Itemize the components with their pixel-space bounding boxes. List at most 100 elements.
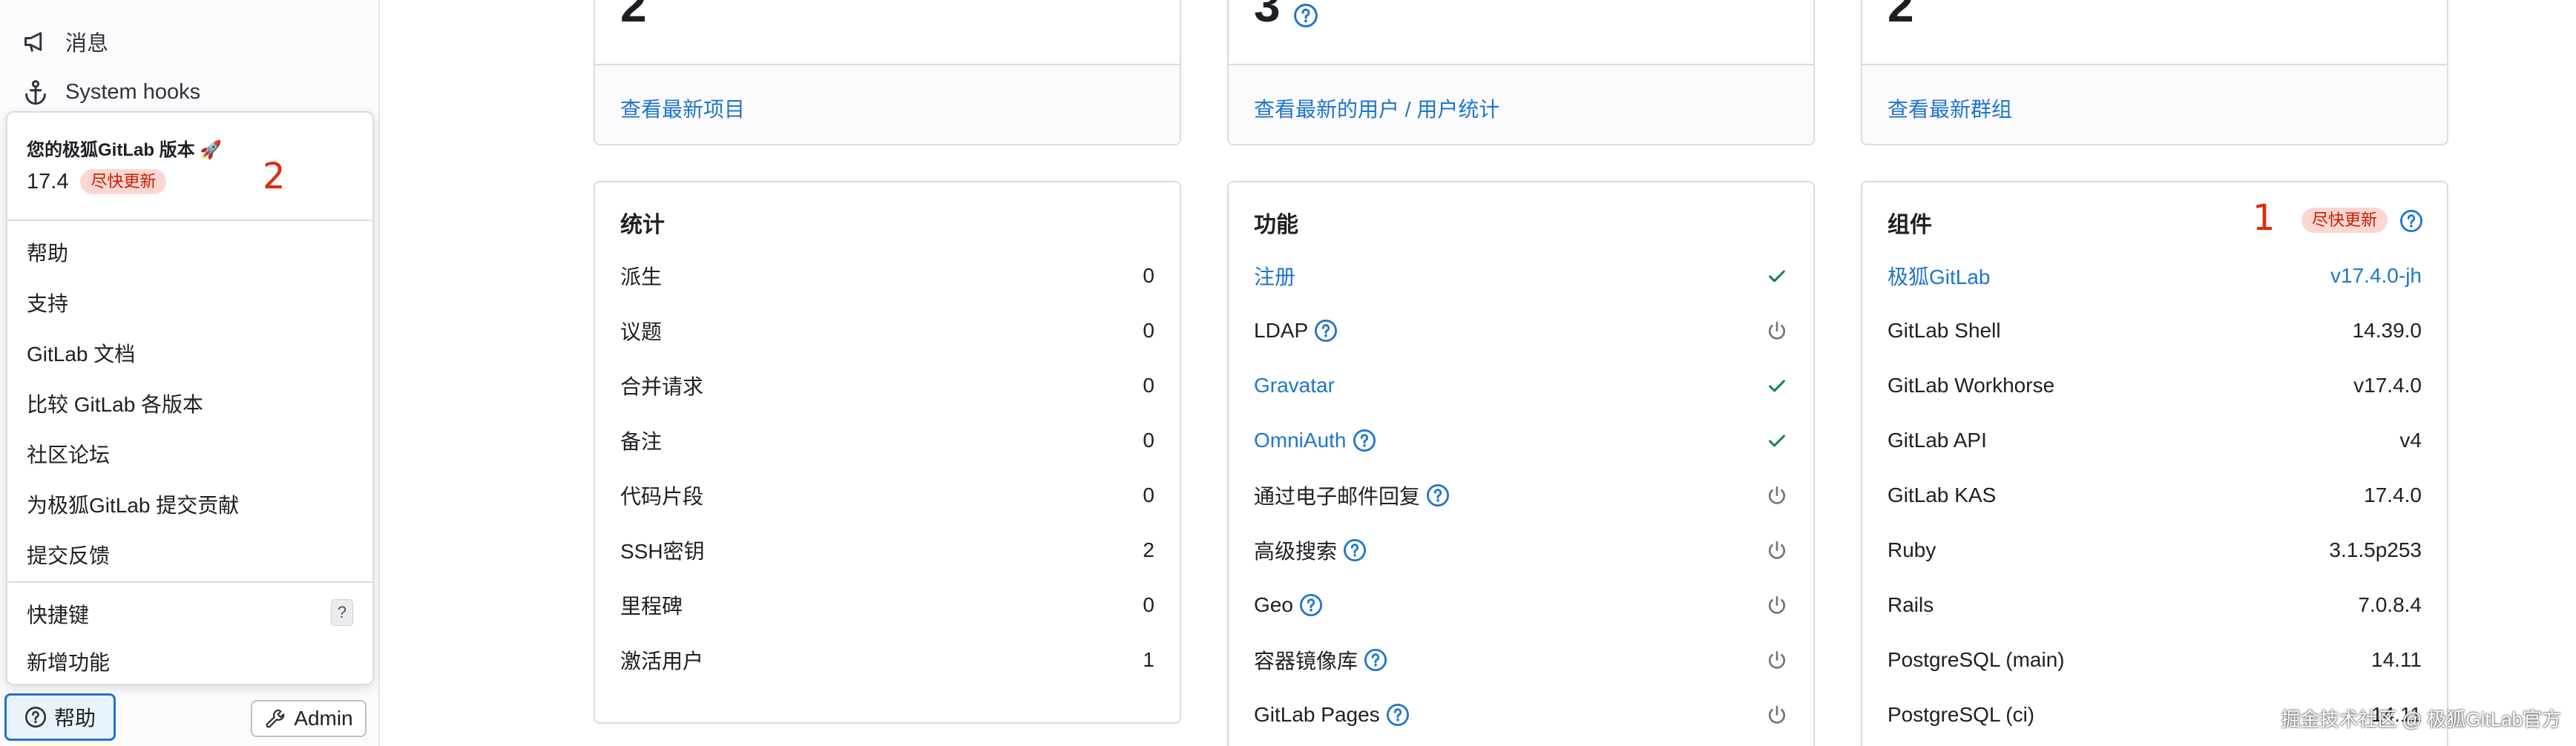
help-popover: 您的极狐GitLab 版本 🚀 17.4 尽快更新 2 帮助 支持 GitLab… xyxy=(6,111,374,685)
feature-row: 注册 xyxy=(1254,261,1788,291)
component-version[interactable]: v17.4.0-jh xyxy=(2330,264,2422,288)
stat-row: 派生 0 xyxy=(620,261,1154,291)
stat-label: 议题 xyxy=(620,320,663,343)
question-icon[interactable] xyxy=(1314,319,1338,343)
projects-count: 2 xyxy=(620,0,647,32)
power-icon xyxy=(1766,539,1788,561)
admin-button-label: Admin xyxy=(294,707,353,730)
question-icon[interactable] xyxy=(1386,703,1410,727)
menu-item-shortcuts[interactable]: 快捷键 xyxy=(27,599,89,629)
feature-label-group: GitLab Pages xyxy=(1254,703,1410,727)
menu-item-contribute[interactable]: 为极狐GitLab 提交贡献 xyxy=(27,489,239,519)
power-icon xyxy=(1766,594,1788,616)
question-icon[interactable] xyxy=(1353,429,1376,452)
menu-item-compare-versions[interactable]: 比较 GitLab 各版本 xyxy=(27,389,203,418)
stat-label: 备注 xyxy=(620,430,663,453)
menu-item-forum[interactable]: 社区论坛 xyxy=(27,439,110,469)
sidebar-item-messages[interactable]: 消息 xyxy=(22,21,108,62)
stat-row: 备注 0 xyxy=(620,426,1154,455)
component-row: GitLab API v4 xyxy=(1887,426,2422,455)
latest-groups-link[interactable]: 查看最新群组 xyxy=(1887,93,2012,123)
feature-label: 通过电子邮件回复 xyxy=(1254,485,1421,508)
latest-users-link[interactable]: 查看最新的用户 / 用户统计 xyxy=(1254,93,1499,123)
help-button-label: 帮助 xyxy=(53,707,96,730)
question-icon[interactable] xyxy=(1364,648,1387,672)
question-icon[interactable] xyxy=(1343,538,1367,562)
version-title: 您的极狐GitLab 版本 🚀 xyxy=(27,140,223,160)
feature-row: 通过电子邮件回复 xyxy=(1254,481,1788,510)
menu-item-whats-new[interactable]: 新增功能 xyxy=(27,647,110,676)
question-icon[interactable] xyxy=(1299,593,1323,617)
component-row: 极狐GitLab v17.4.0-jh xyxy=(1887,261,2422,291)
question-icon[interactable] xyxy=(2399,209,2423,233)
component-label: Ruby xyxy=(1887,538,1936,561)
component-label: GitLab KAS xyxy=(1887,483,1997,506)
feature-row: GitLab Pages xyxy=(1254,700,1788,730)
component-version: v4 xyxy=(2399,429,2422,452)
latest-projects-link[interactable]: 查看最新项目 xyxy=(620,93,745,123)
menu-item-feedback[interactable]: 提交反馈 xyxy=(27,540,110,570)
feature-label[interactable]: Gravatar xyxy=(1254,374,1335,397)
check-icon xyxy=(1766,374,1788,397)
component-version: 14.39.0 xyxy=(2352,319,2422,342)
stat-row: 里程碑 0 xyxy=(620,590,1154,620)
feature-row: Gravatar xyxy=(1254,371,1788,400)
menu-item-support[interactable]: 支持 xyxy=(27,288,68,317)
stat-value: 0 xyxy=(1143,264,1154,287)
feature-label: Geo xyxy=(1254,593,1293,616)
power-icon xyxy=(1766,484,1788,506)
menu-item-help[interactable]: 帮助 xyxy=(27,237,68,267)
help-button[interactable]: 帮助 xyxy=(4,693,116,741)
feature-label-group: 注册 xyxy=(1254,261,1295,291)
admin-button[interactable]: Admin xyxy=(251,700,367,737)
component-label: PostgreSQL (main) xyxy=(1887,648,2065,671)
component-version: v17.4.0 xyxy=(2353,374,2422,397)
stat-value: 0 xyxy=(1143,319,1154,342)
features-card: 功能 注册 LDAP Gravatar OmniAuth 通过电子邮件回复 高级搜索 Geo… xyxy=(1227,181,1815,746)
menu-item-docs[interactable]: GitLab 文档 xyxy=(27,338,135,368)
stat-row: 议题 0 xyxy=(620,316,1154,346)
components-card: 组件 1 尽快更新 极狐GitLab v17.4.0-jh GitLab Shell… xyxy=(1861,181,2448,746)
stat-value: 1 xyxy=(1143,648,1154,671)
users-card: 3 查看最新的用户 / 用户统计 xyxy=(1227,0,1815,145)
power-icon xyxy=(1766,649,1788,671)
stat-value: 0 xyxy=(1143,483,1154,506)
feature-label-group: 容器镜像库 xyxy=(1254,645,1387,675)
component-label: GitLab Workhorse xyxy=(1887,374,2055,397)
feature-label: 容器镜像库 xyxy=(1254,650,1358,673)
feature-row: 容器镜像库 xyxy=(1254,645,1788,675)
power-icon xyxy=(1766,704,1788,726)
component-row: Rails 7.0.8.4 xyxy=(1887,590,2422,620)
annotation-one: 1 xyxy=(2253,197,2276,239)
stat-value: 0 xyxy=(1143,429,1154,452)
component-label: GitLab Shell xyxy=(1887,319,2001,342)
stat-label: 里程碑 xyxy=(620,595,683,618)
card-footer: 查看最新群组 xyxy=(1862,64,2447,144)
question-icon[interactable] xyxy=(1426,483,1450,507)
card-footer: 查看最新项目 xyxy=(595,64,1180,144)
sidebar: 消息 System hooks 您的极狐GitLab 版本 🚀 17.4 尽快更… xyxy=(0,0,380,746)
feature-label[interactable]: OmniAuth xyxy=(1254,429,1347,452)
users-count: 3 xyxy=(1254,0,1318,33)
feature-label-group: 通过电子邮件回复 xyxy=(1254,481,1450,510)
bullhorn-icon xyxy=(24,32,42,52)
stat-label: SSH密钥 xyxy=(620,540,705,563)
stat-row: 代码片段 0 xyxy=(620,481,1154,510)
component-label: Rails xyxy=(1887,593,1934,616)
stat-value: 0 xyxy=(1143,374,1154,397)
shortcut-key: ? xyxy=(331,599,353,626)
question-icon[interactable] xyxy=(1293,3,1318,28)
watermark: 掘金技术社区 @ 极狐GitLab官方 xyxy=(2281,708,2561,730)
features-title: 功能 xyxy=(1254,213,1298,237)
feature-label-group: Gravatar xyxy=(1254,374,1335,397)
sidebar-item-label: 消息 xyxy=(65,32,109,56)
sidebar-item-system-hooks[interactable]: System hooks xyxy=(22,71,200,113)
divider xyxy=(7,581,372,583)
feature-label[interactable]: 注册 xyxy=(1254,261,1295,291)
component-row: Ruby 3.1.5p253 xyxy=(1887,535,2422,565)
stat-row: 合并请求 0 xyxy=(620,371,1154,400)
stat-label: 激活用户 xyxy=(620,650,704,673)
component-version: 17.4.0 xyxy=(2364,483,2422,506)
anchor-icon xyxy=(25,80,46,105)
component-label[interactable]: 极狐GitLab xyxy=(1887,261,1991,291)
